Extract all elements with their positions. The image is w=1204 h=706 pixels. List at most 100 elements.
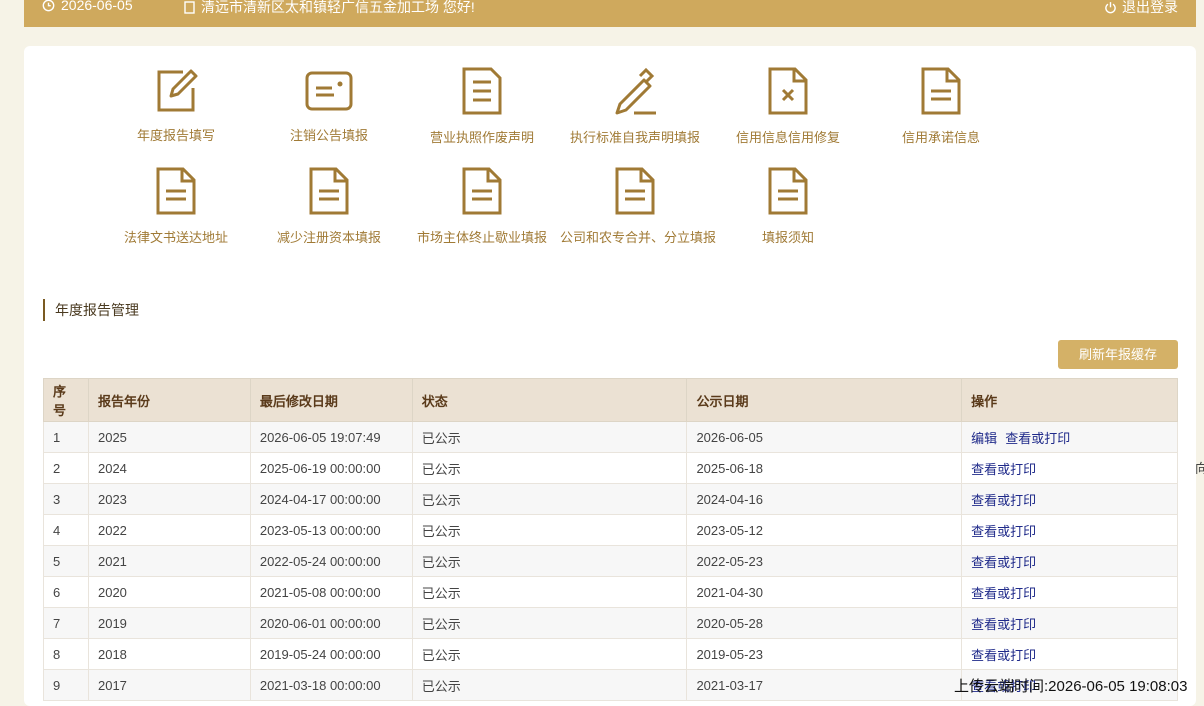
cell-publish-date: 2026-06-05 xyxy=(686,421,963,453)
cell-year: 2025 xyxy=(87,421,251,453)
column-header: 状态 xyxy=(411,378,688,422)
tile-deregistration-notice[interactable]: 注销公告填报 xyxy=(254,66,404,144)
table-row: 3 2023 2024-04-17 00:00:00 已公示 2024-04-1… xyxy=(43,483,1178,515)
side-text-fragment: 向 xyxy=(1195,461,1204,476)
cell-no: 3 xyxy=(43,483,89,515)
cell-year: 2019 xyxy=(87,607,251,639)
tile-label: 年度报告填写 xyxy=(136,128,215,143)
edit-icon xyxy=(157,69,198,112)
tile-label: 填报须知 xyxy=(761,230,814,245)
table-row: 6 2020 2021-05-08 00:00:00 已公示 2021-04-3… xyxy=(43,576,1178,608)
view-print-link[interactable]: 查看或打印 xyxy=(1005,431,1070,446)
column-header: 公示日期 xyxy=(686,378,963,422)
column-header: 报告年份 xyxy=(87,378,251,422)
logout-label[interactable]: 退出登录 xyxy=(1122,0,1178,17)
view-print-link[interactable]: 查看或打印 xyxy=(971,648,1036,663)
tile-legal-document-address[interactable]: 法律文书送达地址 xyxy=(101,166,251,246)
refresh-cache-button[interactable]: 刷新年报缓存 xyxy=(1058,340,1178,369)
building-icon xyxy=(184,0,195,14)
greeting: 清远市清新区太和镇轻广信五金加工场 您好! xyxy=(184,0,475,17)
tile-label: 市场主体终止歇业填报 xyxy=(416,230,547,245)
document-icon xyxy=(309,167,349,215)
document-icon xyxy=(615,167,655,215)
tile-label: 信用承诺信息 xyxy=(901,130,980,145)
section-title: 年度报告管理 xyxy=(43,299,139,321)
tile-filing-instructions[interactable]: 填报须知 xyxy=(713,166,863,246)
pencil-icon xyxy=(615,67,656,115)
tile-label: 营业执照作废声明 xyxy=(429,130,534,145)
tile-label: 执行标准自我声明填报 xyxy=(569,130,700,145)
cell-publish-date: 2020-05-28 xyxy=(686,607,963,639)
cell-modified: 2023-05-13 00:00:00 xyxy=(249,514,413,546)
cell-status: 已公示 xyxy=(411,483,688,515)
view-print-link[interactable]: 查看或打印 xyxy=(971,555,1036,570)
column-header: 最后修改日期 xyxy=(249,378,413,422)
tile-capital-reduction[interactable]: 减少注册资本填报 xyxy=(254,166,404,246)
cell-no: 2 xyxy=(43,452,89,484)
cell-no: 1 xyxy=(43,421,89,453)
view-print-link[interactable]: 查看或打印 xyxy=(971,462,1036,477)
logout-button[interactable]: 退出登录 xyxy=(1104,0,1178,17)
tile-label: 减少注册资本填报 xyxy=(276,230,381,245)
edit-link[interactable]: 编辑 xyxy=(971,431,997,446)
cell-actions: 查看或打印 xyxy=(961,452,1178,484)
cell-year: 2020 xyxy=(87,576,251,608)
cell-status: 已公示 xyxy=(411,576,688,608)
view-print-link[interactable]: 查看或打印 xyxy=(971,617,1036,632)
table-row: 1 2025 2026-06-05 19:07:49 已公示 2026-06-0… xyxy=(43,421,1178,453)
table-row: 8 2018 2019-05-24 00:00:00 已公示 2019-05-2… xyxy=(43,638,1178,670)
cell-no: 4 xyxy=(43,514,89,546)
cell-no: 8 xyxy=(43,638,89,670)
tile-credit-commitment[interactable]: 信用承诺信息 xyxy=(866,66,1016,146)
greeting-text: 清远市清新区太和镇轻广信五金加工场 您好! xyxy=(201,0,475,15)
table-row: 7 2019 2020-06-01 00:00:00 已公示 2020-05-2… xyxy=(43,607,1178,639)
cell-year: 2018 xyxy=(87,638,251,670)
document-icon xyxy=(156,167,196,215)
view-print-link[interactable]: 查看或打印 xyxy=(971,524,1036,539)
cell-status: 已公示 xyxy=(411,638,688,670)
cell-actions: 查看或打印 xyxy=(961,607,1178,639)
table-row: 4 2022 2023-05-13 00:00:00 已公示 2023-05-1… xyxy=(43,514,1178,546)
document-x-icon xyxy=(768,67,808,115)
date-display: 2026-06-05 xyxy=(42,0,133,13)
cell-publish-date: 2021-04-30 xyxy=(686,576,963,608)
view-print-link[interactable]: 查看或打印 xyxy=(971,586,1036,601)
tile-label: 法律文书送达地址 xyxy=(123,230,228,245)
date-text: 2026-06-05 xyxy=(61,0,133,13)
cell-publish-date: 2024-04-16 xyxy=(686,483,963,515)
cell-modified: 2025-06-19 00:00:00 xyxy=(249,452,413,484)
tile-standard-declaration[interactable]: 执行标准自我声明填报 xyxy=(560,66,710,146)
tile-termination-suspension[interactable]: 市场主体终止歇业填报 xyxy=(407,166,557,246)
document-icon xyxy=(462,167,502,215)
cell-publish-date: 2021-03-17 xyxy=(686,669,963,701)
cell-no: 6 xyxy=(43,576,89,608)
tile-credit-repair[interactable]: 信用信息信用修复 xyxy=(713,66,863,146)
annual-report-table: 序号 报告年份 最后修改日期 状态 公示日期 操作 1 2025 2026-06… xyxy=(43,378,1178,701)
cell-actions: 查看或打印 xyxy=(961,483,1178,515)
cell-no: 5 xyxy=(43,545,89,577)
cell-publish-date: 2023-05-12 xyxy=(686,514,963,546)
cell-publish-date: 2025-06-18 xyxy=(686,452,963,484)
tile-label: 注销公告填报 xyxy=(289,128,368,143)
cell-year: 2021 xyxy=(87,545,251,577)
cell-status: 已公示 xyxy=(411,421,688,453)
document-icon xyxy=(768,167,808,215)
view-print-link[interactable]: 查看或打印 xyxy=(971,493,1036,508)
tile-license-void[interactable]: 营业执照作废声明 xyxy=(407,66,557,146)
cell-actions: 查看或打印 xyxy=(961,545,1178,577)
card-icon xyxy=(305,71,353,111)
tile-label: 信用信息信用修复 xyxy=(735,130,840,145)
cell-publish-date: 2019-05-23 xyxy=(686,638,963,670)
cell-publish-date: 2022-05-23 xyxy=(686,545,963,577)
tile-annual-report[interactable]: 年度报告填写 xyxy=(101,66,251,144)
cell-modified: 2024-04-17 00:00:00 xyxy=(249,483,413,515)
cell-modified: 2026-06-05 19:07:49 xyxy=(249,421,413,453)
cell-year: 2017 xyxy=(87,669,251,701)
upload-time-text: 上传云端时间:2026-06-05 19:08:03 xyxy=(954,678,1188,695)
clock-icon xyxy=(42,0,55,11)
cell-year: 2023 xyxy=(87,483,251,515)
cell-actions: 查看或打印 xyxy=(961,514,1178,546)
cell-no: 7 xyxy=(43,607,89,639)
cell-status: 已公示 xyxy=(411,607,688,639)
tile-merger-split[interactable]: 公司和农专合并、分立填报 xyxy=(560,166,716,246)
